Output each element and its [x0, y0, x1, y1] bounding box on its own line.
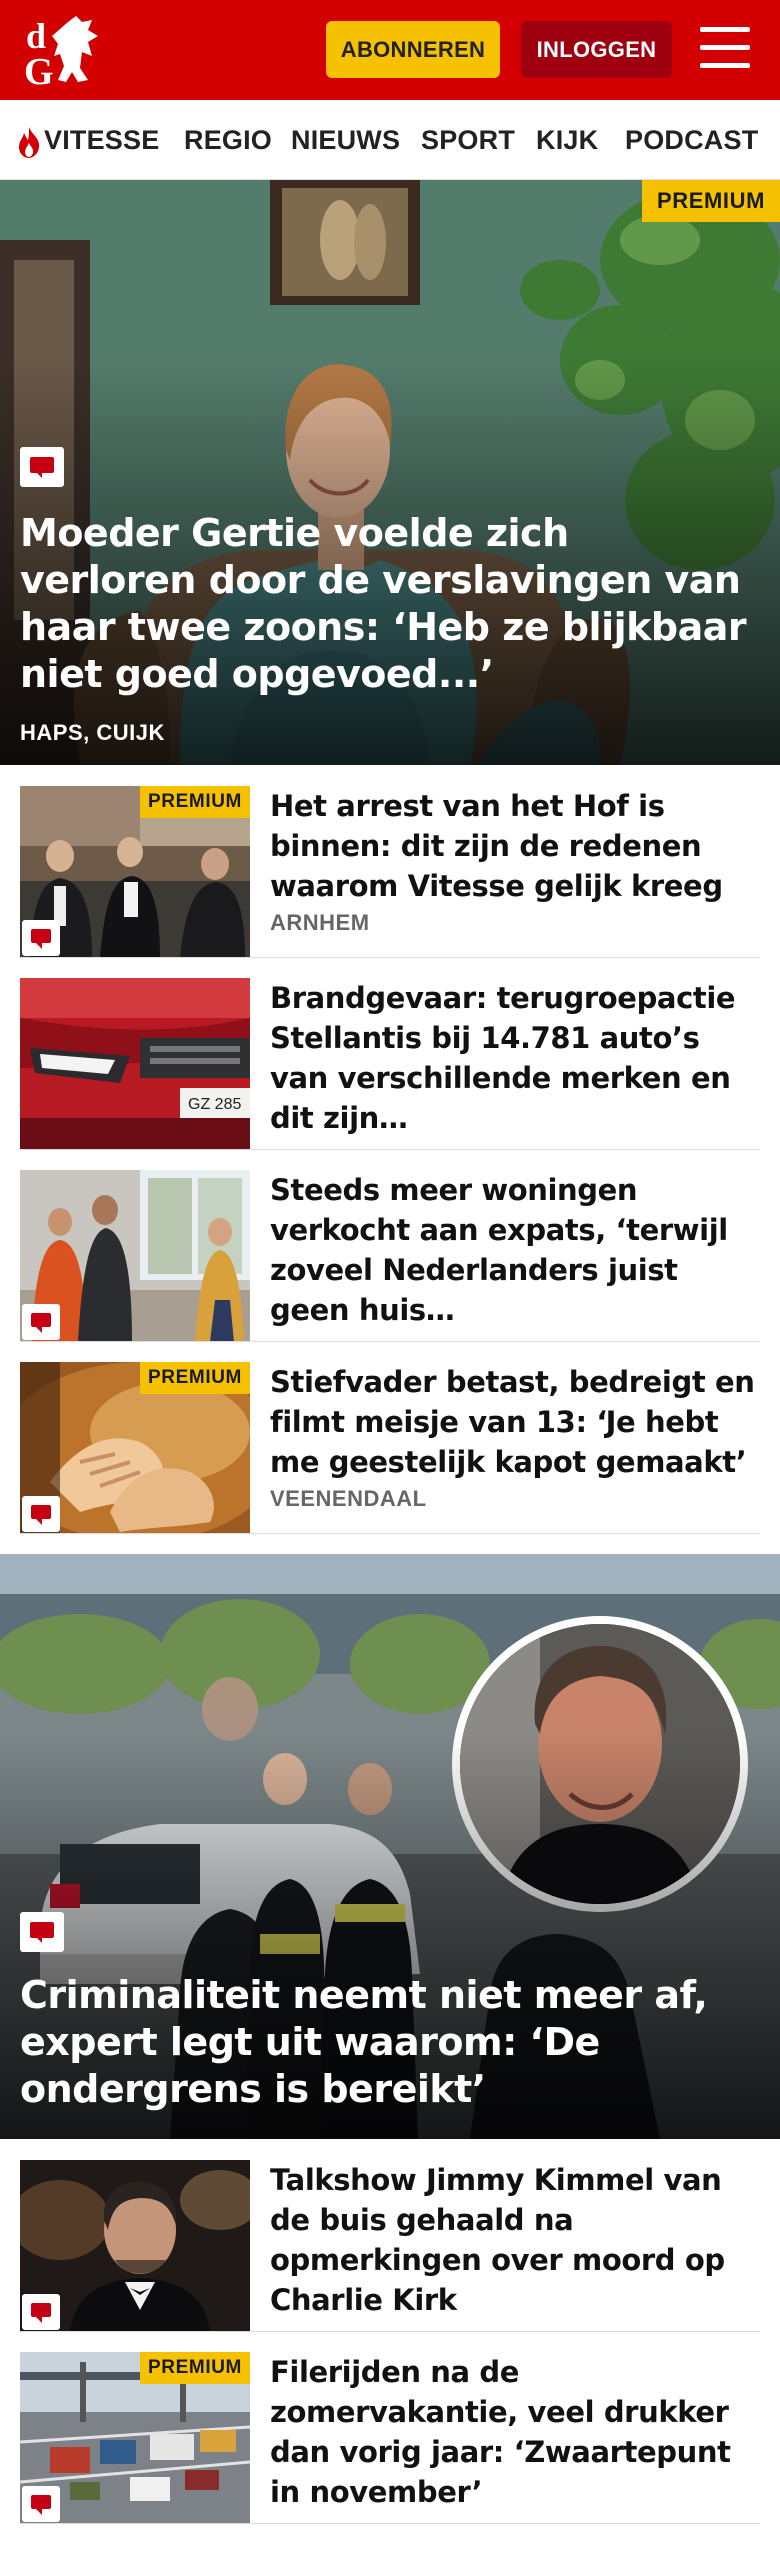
comment-icon [22, 1304, 60, 1340]
premium-badge: PREMIUM [140, 2352, 250, 2384]
comment-icon [20, 447, 64, 487]
list-item[interactable]: PREMIUM Filerijden na de zomervakantie, … [20, 2352, 760, 2542]
article-title: Filerijden na de zomervakantie, veel dru… [270, 2355, 731, 2509]
article-title: Talkshow Jimmy Kimmel van de buis gehaal… [270, 2163, 725, 2317]
svg-text:d: d [26, 16, 46, 56]
nav-item-label: VITESSE [44, 125, 160, 155]
hero-title: Moeder Gertie voelde zich verloren door … [20, 511, 747, 696]
divider [20, 2331, 760, 2332]
premium-badge: PREMIUM [140, 1362, 250, 1394]
divider [20, 957, 760, 958]
article-thumbnail: PREMIUM [20, 1362, 250, 1534]
site-header: d G ABONNEREN INLOGGEN [0, 0, 780, 100]
article-thumbnail: PREMIUM [20, 2352, 250, 2524]
hero-article-criminaliteit[interactable]: Criminaliteit neemt niet meer af, expert… [0, 1554, 780, 2139]
hero-location: HAPS, CUIJK [20, 720, 165, 745]
list-item[interactable]: GZ 285 Brandgevaar: terugroepactie Stell… [20, 978, 760, 1168]
subscribe-button[interactable]: ABONNEREN [326, 21, 500, 78]
svg-text:GZ 285: GZ 285 [188, 1096, 241, 1113]
nav-item-regio[interactable]: REGIO [184, 100, 272, 180]
comment-icon [20, 1912, 64, 1952]
comment-icon [22, 2486, 60, 2522]
list-item[interactable]: Talkshow Jimmy Kimmel van de buis gehaal… [20, 2160, 760, 2350]
article-thumbnail [20, 2160, 250, 2332]
hero-article-gertie[interactable]: PREMIUM Moeder Gertie voelde zich verlor… [0, 180, 780, 765]
section-nav: VITESSE REGIO NIEUWS SPORT KIJK PODCAST [0, 100, 780, 180]
list-item[interactable]: PREMIUM Het arrest van het Hof is binnen… [20, 786, 760, 976]
article-title: Brandgevaar: terugroepactie Stellantis b… [270, 981, 736, 1135]
nav-item-nieuws[interactable]: NIEUWS [291, 100, 400, 180]
list-item[interactable]: PREMIUM Stiefvader betast, bedreigt en f… [20, 1362, 760, 1552]
flame-icon [19, 126, 40, 158]
hero-title: Criminaliteit neemt niet meer af, expert… [20, 1973, 708, 2111]
login-button[interactable]: INLOGGEN [521, 21, 672, 78]
nav-item-vitesse[interactable]: VITESSE [16, 100, 159, 180]
divider [20, 1341, 760, 1342]
divider [20, 1149, 760, 1150]
premium-badge: PREMIUM [642, 180, 780, 222]
comment-icon [22, 1496, 60, 1532]
article-title: Stiefvader betast, bedreigt en filmt mei… [270, 1365, 755, 1479]
premium-badge: PREMIUM [140, 786, 250, 818]
hamburger-icon[interactable] [700, 25, 752, 71]
article-thumbnail: PREMIUM [20, 786, 250, 958]
article-title: Het arrest van het Hof is binnen: dit zi… [270, 789, 723, 903]
comment-icon [22, 920, 60, 956]
nav-item-podcast[interactable]: PODCAST [625, 100, 758, 180]
nav-item-sport[interactable]: SPORT [421, 100, 515, 180]
nav-item-kijk[interactable]: KIJK [536, 100, 598, 180]
article-thumbnail: GZ 285 [20, 978, 250, 1150]
article-title: Steeds meer woningen verkocht aan expats… [270, 1173, 728, 1327]
article-thumbnail [20, 1170, 250, 1342]
list-item[interactable]: Steeds meer woningen verkocht aan expats… [20, 1170, 760, 1360]
svg-text:G: G [24, 51, 54, 88]
article-location: VEENENDAAL [270, 1486, 427, 1511]
divider [20, 2523, 760, 2524]
divider [20, 1533, 760, 1534]
article-location: ARNHEM [270, 910, 370, 935]
site-logo[interactable]: d G [20, 12, 120, 88]
comment-icon [22, 2294, 60, 2330]
